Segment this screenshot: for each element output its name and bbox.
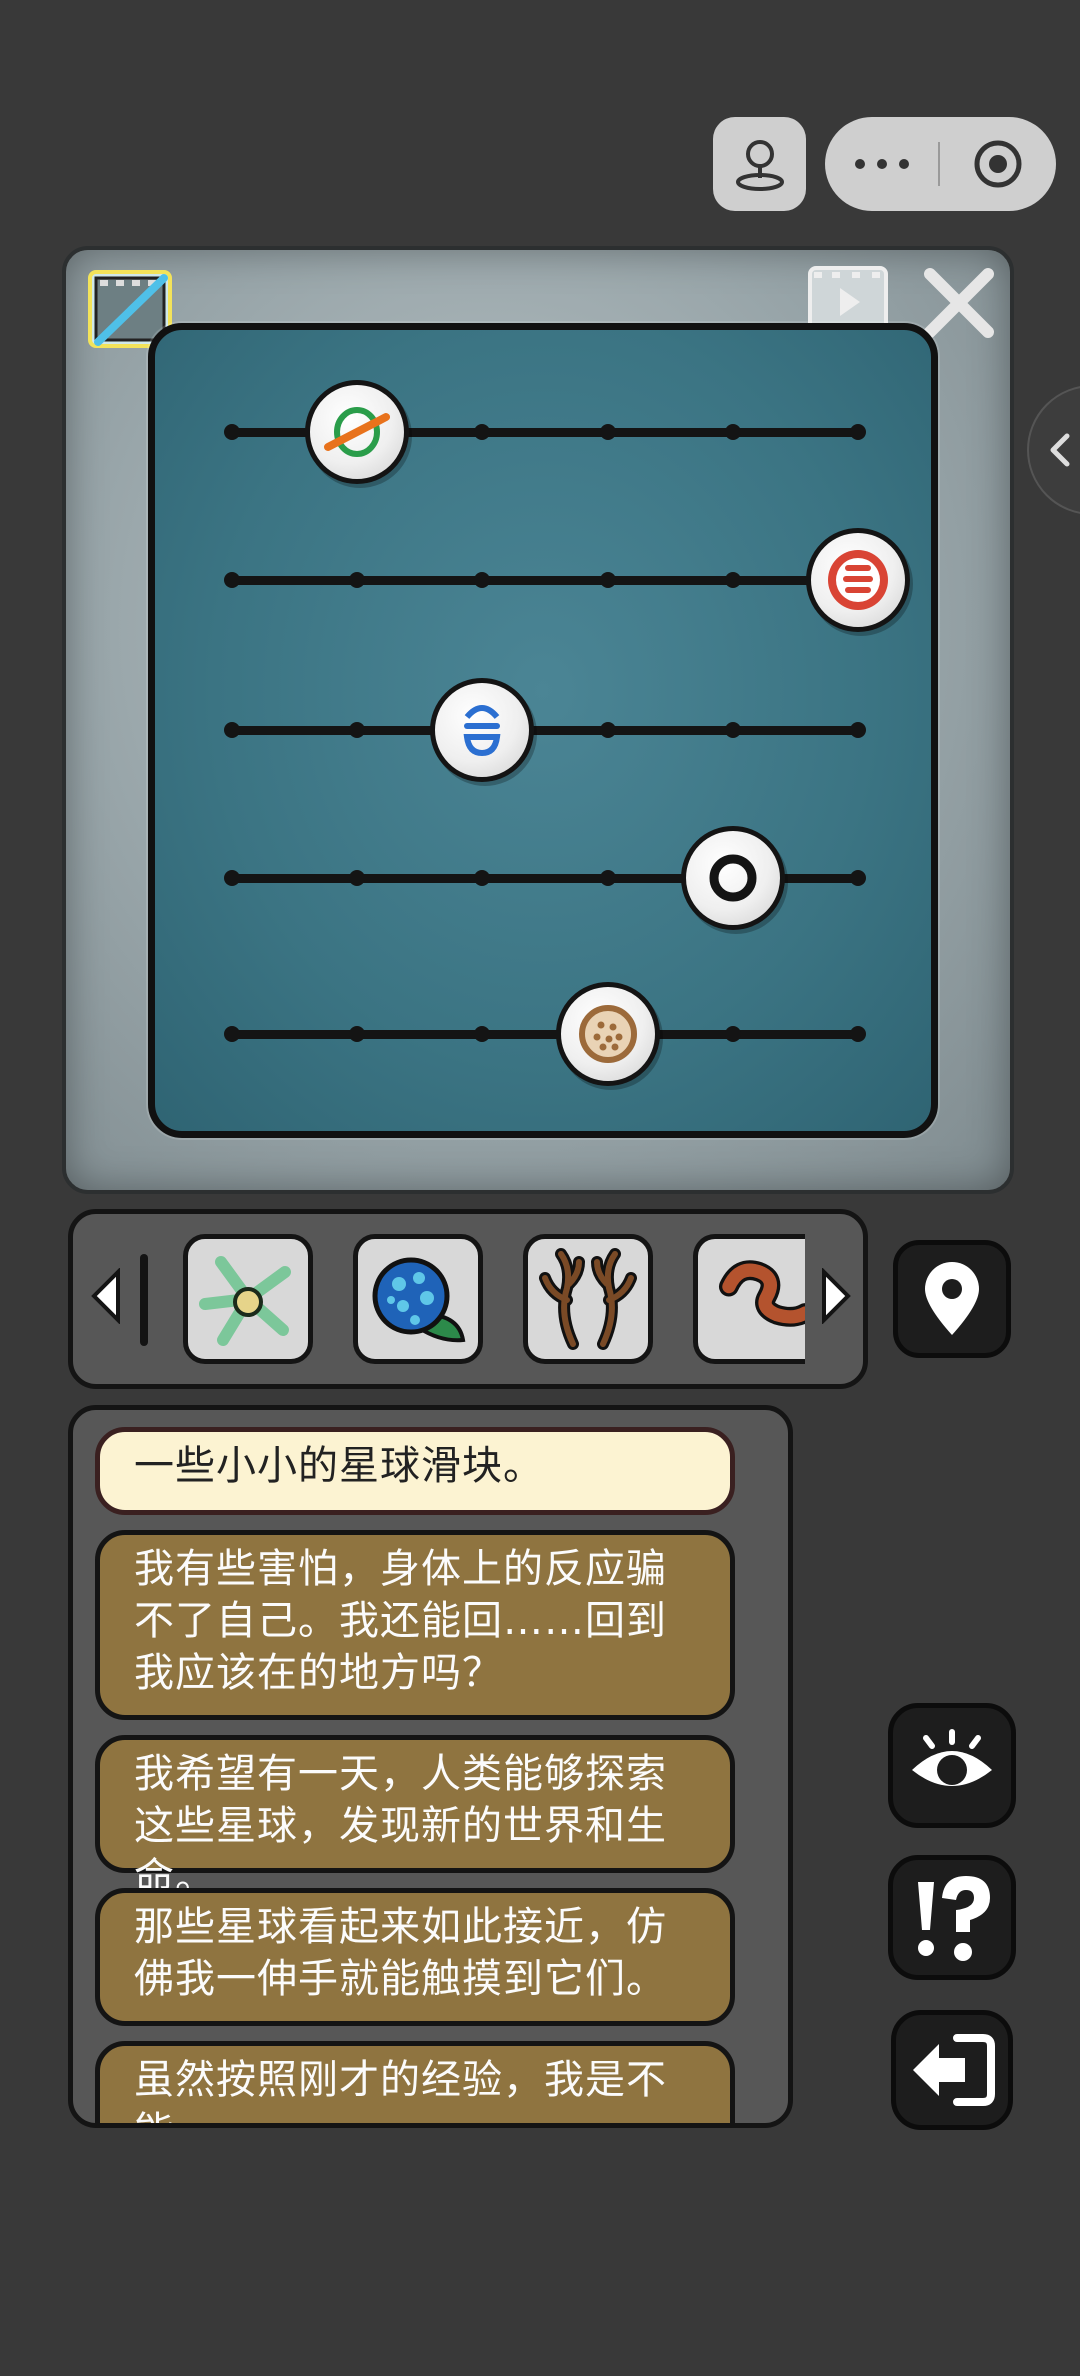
- slider-knob-dotted-brown[interactable]: [555, 982, 660, 1086]
- side-drawer-tab[interactable]: [1027, 385, 1080, 515]
- close-icon: [924, 268, 994, 338]
- slider-node: [224, 722, 240, 738]
- inventory-item-blue-egg[interactable]: [353, 1234, 483, 1364]
- joystick-icon: [735, 140, 784, 191]
- slider-track: [232, 576, 858, 585]
- exit-icon: [913, 2034, 995, 2106]
- chevron-left-icon: [1050, 433, 1070, 467]
- striped-red-icon: [828, 550, 888, 610]
- slider-node: [599, 572, 616, 588]
- inventory-item-starfish[interactable]: [183, 1234, 313, 1364]
- planet-ring-icon: [324, 407, 391, 457]
- dotted-brown-icon: [578, 1005, 637, 1063]
- slider-node: [724, 722, 741, 738]
- inventory-divider: [140, 1254, 148, 1346]
- slider-node: [850, 722, 866, 738]
- mini-program-capsule: [825, 117, 1056, 211]
- dialog-line[interactable]: 那些星球看起来如此接近，仿佛我一伸手就能触摸到它们。: [95, 1888, 735, 2026]
- inventory-item-worm[interactable]: [693, 1234, 805, 1364]
- close-app-button[interactable]: [940, 117, 1056, 211]
- blue-stripes-icon: [463, 705, 501, 757]
- slider-knob-striped-red[interactable]: [806, 528, 910, 632]
- starfish-icon: [199, 1256, 291, 1346]
- more-dots-icon: [854, 159, 909, 169]
- slider-knob-ring[interactable]: [680, 826, 785, 930]
- slider-node: [224, 424, 240, 440]
- close-button[interactable]: [918, 262, 1000, 344]
- inventory-item-antlers[interactable]: [523, 1234, 653, 1364]
- slider-node: [724, 424, 741, 440]
- slider-node: [599, 870, 616, 886]
- joystick-button[interactable]: [713, 117, 806, 211]
- inventory-next-button[interactable]: [814, 1267, 854, 1325]
- hint-button[interactable]: [888, 1855, 1016, 1980]
- dialog-log: 一些小小的星球滑块。 我有些害怕，身体上的反应骗不了自己。我还能回……回到我应该…: [68, 1405, 793, 2128]
- dialog-line[interactable]: 我有些害怕，身体上的反应骗不了自己。我还能回……回到我应该在的地方吗？: [95, 1530, 735, 1720]
- slider-node: [224, 572, 240, 588]
- triangle-right-icon: [822, 1267, 851, 1325]
- worm-icon: [718, 1260, 805, 1327]
- slider-node: [224, 870, 240, 886]
- slider-node: [724, 1026, 741, 1042]
- slider-knob-blue-stripes[interactable]: [430, 678, 535, 782]
- dialog-line[interactable]: 我希望有一天，人类能够探索这些星球，发现新的世界和生命。: [95, 1735, 735, 1901]
- exit-button[interactable]: [891, 2010, 1013, 2130]
- hint-icon: [918, 1875, 990, 1961]
- triangle-left-icon: [91, 1267, 120, 1325]
- location-button[interactable]: [893, 1240, 1011, 1358]
- slider-node: [224, 1026, 240, 1042]
- antlers-icon: [539, 1248, 637, 1350]
- slider-node: [724, 572, 741, 588]
- inventory-prev-button[interactable]: [88, 1267, 128, 1325]
- ring-icon: [709, 854, 757, 902]
- slider-node: [850, 1026, 866, 1042]
- dialog-line-current[interactable]: 一些小小的星球滑块。: [95, 1427, 735, 1515]
- blue-egg-icon: [372, 1257, 466, 1343]
- look-button[interactable]: [888, 1703, 1016, 1828]
- slider-node: [850, 424, 866, 440]
- target-icon: [974, 140, 1022, 188]
- slider-node: [599, 424, 616, 440]
- slider-knob-planet-ring[interactable]: [305, 380, 410, 484]
- dialog-line[interactable]: 虽然按照刚才的经验，我是不能: [95, 2041, 735, 2123]
- slider-node: [850, 870, 866, 886]
- location-pin-icon: [925, 1262, 979, 1335]
- slider-track: [232, 1030, 858, 1039]
- slider-track: [232, 726, 858, 735]
- eye-icon: [912, 1728, 992, 1786]
- more-button[interactable]: [825, 117, 938, 211]
- slider-node: [599, 722, 616, 738]
